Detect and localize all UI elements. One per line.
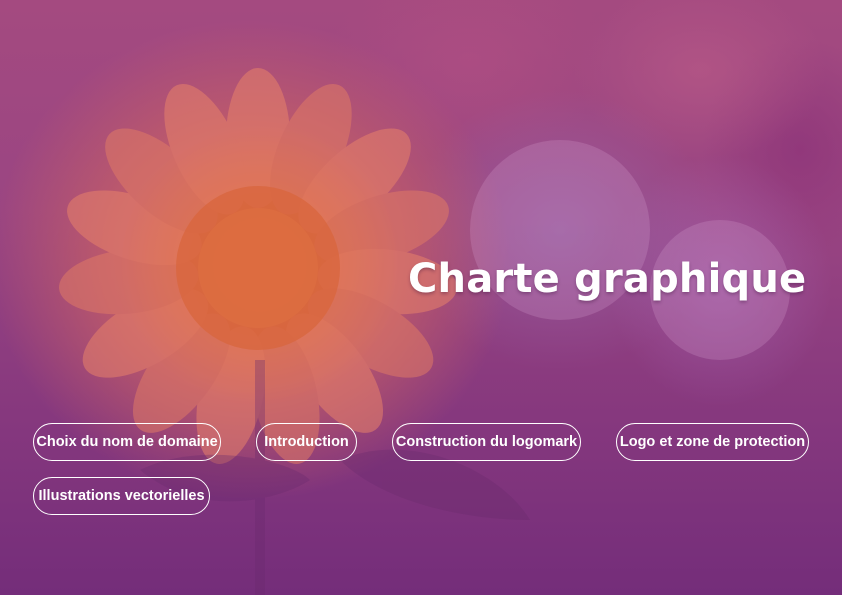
nav-button-introduction[interactable]: Introduction <box>256 423 357 461</box>
nav-button-construction-du-logomark[interactable]: Construction du logomark <box>392 423 581 461</box>
nav-button-illustrations-vectorielles[interactable]: Illustrations vectorielles <box>33 477 210 515</box>
nav-button-choix-du-nom-de-domaine[interactable]: Choix du nom de domaine <box>33 423 221 461</box>
nav-button-logo-et-zone-de-protection[interactable]: Logo et zone de protection <box>616 423 809 461</box>
page-title: Charte graphique <box>408 256 807 302</box>
